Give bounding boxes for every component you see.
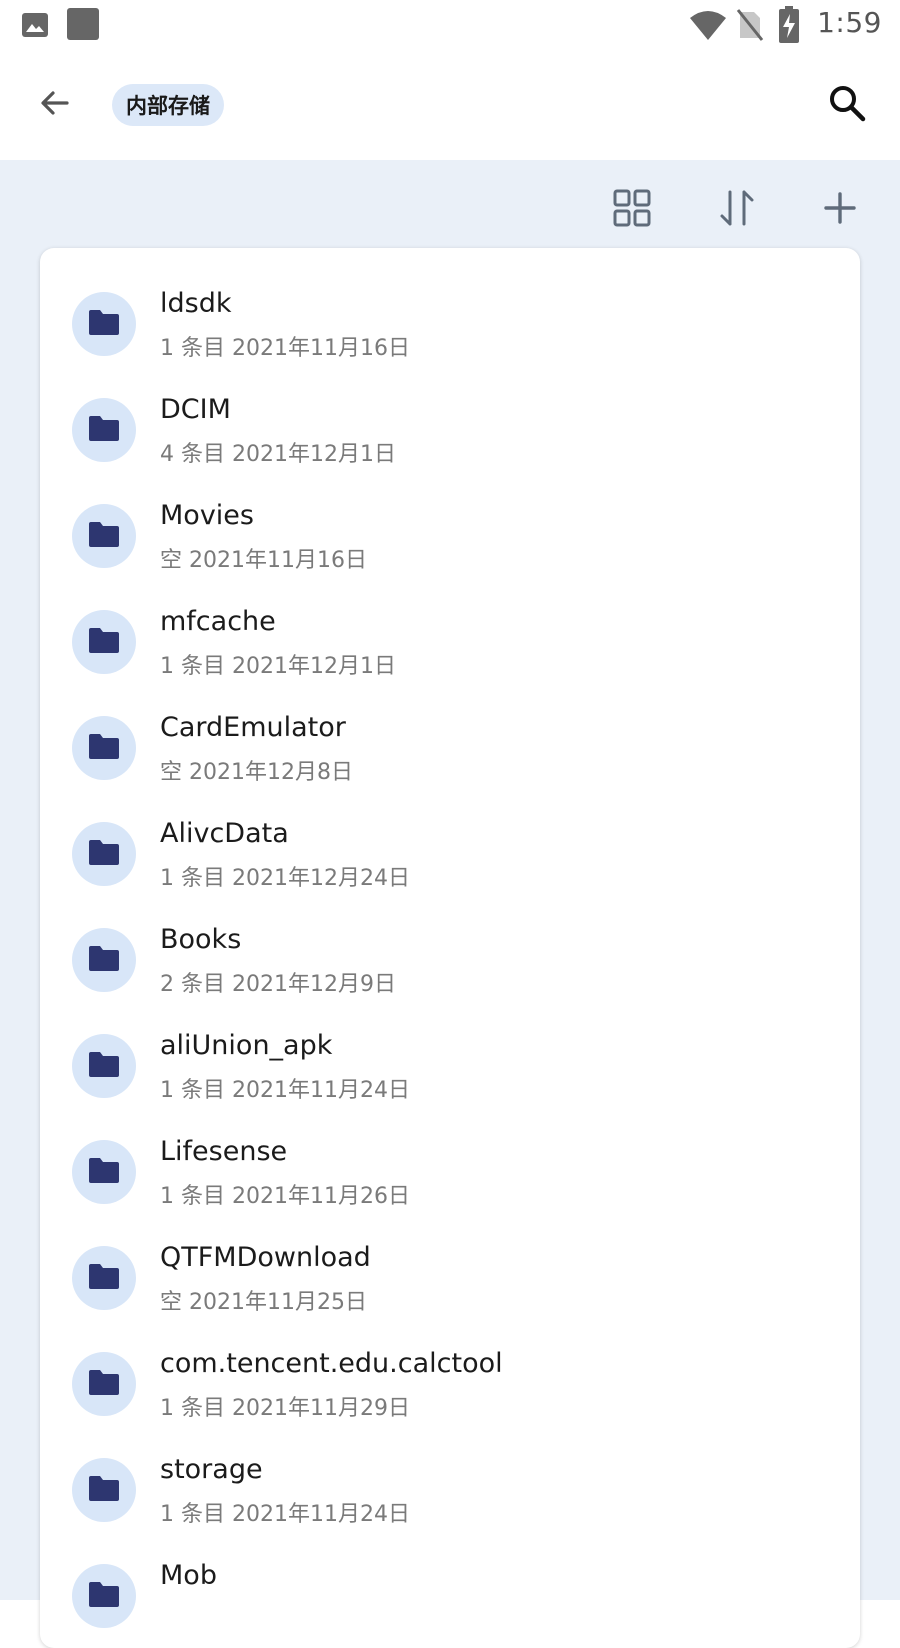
file-meta: 2 条目 2021年12月9日 [160,972,396,997]
folder-icon [87,626,121,658]
folder-icon [87,1474,121,1506]
file-row[interactable]: Books 2 条目 2021年12月9日 [40,906,860,1014]
file-meta: 1 条目 2021年12月1日 [160,654,396,679]
folder-icon-badge [72,822,136,886]
folder-icon [87,1580,121,1612]
folder-icon-badge [72,292,136,356]
file-name: mfcache [160,606,276,637]
add-button[interactable] [812,182,868,238]
file-name: Lifesense [160,1136,288,1167]
file-list-card: ldsdk 1 条目 2021年11月16日 DCIM 4 条目 2021年12… [40,248,860,1648]
file-meta: 1 条目 2021年11月16日 [160,336,410,361]
folder-icon [87,1262,121,1294]
file-meta: 1 条目 2021年11月29日 [160,1396,410,1421]
folder-icon [87,1368,121,1400]
folder-icon [87,520,121,552]
folder-icon-badge [72,716,136,780]
arrow-back-icon [37,85,73,125]
file-meta: 1 条目 2021年11月26日 [160,1184,410,1209]
file-name: storage [160,1454,263,1485]
status-bar: 1:59 [0,0,900,50]
file-name: Movies [160,500,254,531]
folder-icon-badge [72,1140,136,1204]
file-meta: 空 2021年11月16日 [160,548,367,573]
folder-icon-badge [72,398,136,462]
sort-button[interactable] [709,182,765,238]
square-icon [66,7,100,41]
wifi-icon [688,8,728,42]
file-name: DCIM [160,394,231,425]
file-meta: 空 2021年12月8日 [160,760,353,785]
file-row[interactable]: CardEmulator 空 2021年12月8日 [40,694,860,802]
add-icon [822,190,858,230]
file-row[interactable]: QTFMDownload 空 2021年11月25日 [40,1224,860,1332]
status-time: 1:59 [817,6,882,39]
file-name: Books [160,924,242,955]
folder-icon [87,1156,121,1188]
file-row[interactable]: aliUnion_apk 1 条目 2021年11月24日 [40,1012,860,1120]
search-button[interactable] [820,78,874,132]
folder-icon [87,308,121,340]
sort-icon [718,188,756,232]
breadcrumb-chip[interactable]: 内部存储 [112,84,224,126]
file-row[interactable]: DCIM 4 条目 2021年12月1日 [40,376,860,484]
file-row[interactable]: com.tencent.edu.calctool 1 条目 2021年11月29… [40,1330,860,1438]
folder-icon-badge [72,1352,136,1416]
grid-view-icon [613,189,651,231]
file-row[interactable]: storage 1 条目 2021年11月24日 [40,1436,860,1544]
image-icon [20,10,50,40]
file-meta: 1 条目 2021年12月24日 [160,866,410,891]
battery-charging-icon [778,6,800,44]
file-name: ldsdk [160,288,232,319]
folder-icon-badge [72,1564,136,1628]
folder-icon-badge [72,610,136,674]
folder-icon-badge [72,1458,136,1522]
no-sim-icon [736,8,764,42]
file-name: Mob [160,1560,217,1591]
file-row[interactable]: ldsdk 1 条目 2021年11月16日 [40,270,860,378]
file-meta: 1 条目 2021年11月24日 [160,1078,410,1103]
file-name: com.tencent.edu.calctool [160,1348,503,1379]
file-meta: 4 条目 2021年12月1日 [160,442,396,467]
file-row[interactable]: Lifesense 1 条目 2021年11月26日 [40,1118,860,1226]
file-name: CardEmulator [160,712,346,743]
file-meta: 空 2021年11月25日 [160,1290,367,1315]
folder-icon [87,414,121,446]
file-row[interactable]: AlivcData 1 条目 2021年12月24日 [40,800,860,908]
file-row[interactable]: mfcache 1 条目 2021年12月1日 [40,588,860,696]
search-icon [827,83,867,127]
folder-icon [87,944,121,976]
file-row[interactable]: Movies 空 2021年11月16日 [40,482,860,590]
folder-icon [87,732,121,764]
file-name: AlivcData [160,818,289,849]
folder-icon-badge [72,1034,136,1098]
file-meta: 1 条目 2021年11月24日 [160,1502,410,1527]
folder-icon-badge [72,504,136,568]
file-name: aliUnion_apk [160,1030,333,1061]
folder-icon [87,838,121,870]
file-name: QTFMDownload [160,1242,371,1273]
back-button[interactable] [30,80,80,130]
folder-icon-badge [72,928,136,992]
folder-icon-badge [72,1246,136,1310]
folder-icon [87,1050,121,1082]
grid-view-button[interactable] [604,182,660,238]
app-bar: 内部存储 [0,50,900,160]
main-area: ldsdk 1 条目 2021年11月16日 DCIM 4 条目 2021年12… [0,160,900,1648]
file-row[interactable]: Mob [40,1542,860,1648]
